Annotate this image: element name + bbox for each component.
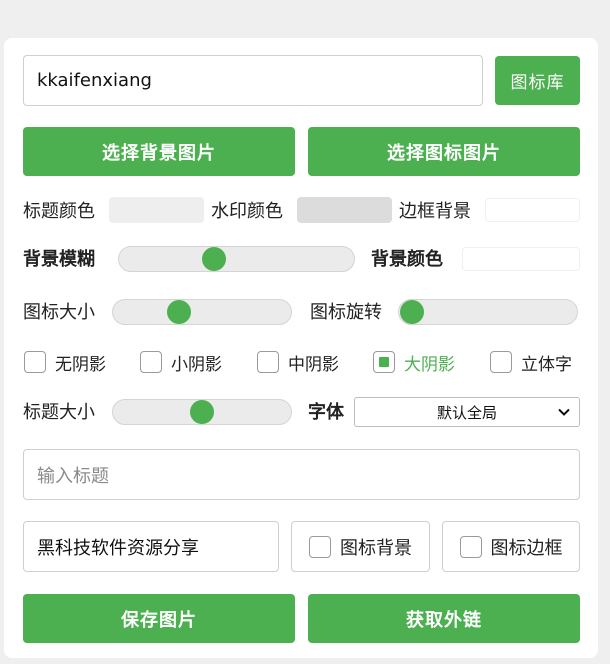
title-size-label: 标题大小 — [23, 402, 95, 423]
checkbox[interactable] — [309, 535, 331, 558]
option-label: 图标边框 — [490, 537, 563, 559]
title-color-label: 标题颜色 — [23, 201, 95, 222]
icon-size-slider[interactable] — [112, 299, 292, 325]
background-color-label: 背景颜色 — [371, 249, 443, 270]
font-select-value: 默认全局 — [436, 403, 497, 422]
title-input[interactable]: 输入标题 — [23, 449, 580, 500]
option-label: 中阴影 — [288, 354, 339, 375]
icon-rotation-label: 图标旋转 — [310, 302, 382, 323]
icon-search-input[interactable]: kkaifenxiang — [23, 55, 483, 106]
checkbox[interactable] — [140, 351, 162, 373]
shadow-option-large[interactable]: 大阴影 — [373, 349, 455, 375]
icon-size-label: 图标大小 — [23, 302, 95, 323]
save-image-button[interactable]: 保存图片 — [23, 594, 295, 643]
slider-thumb[interactable] — [201, 247, 226, 271]
slider-thumb[interactable] — [190, 400, 214, 424]
font-select[interactable]: 默认全局 — [354, 397, 580, 427]
border-background-label: 边框背景 — [399, 201, 471, 222]
icon-background-toggle[interactable]: 图标背景 — [291, 521, 430, 572]
get-link-button[interactable]: 获取外链 — [308, 594, 580, 643]
shadow-option-small[interactable]: 小阴影 — [140, 349, 222, 375]
checkbox[interactable] — [490, 351, 512, 373]
option-label: 小阴影 — [171, 354, 222, 375]
background-blur-label: 背景模糊 — [23, 249, 95, 270]
editor-panel: kkaifenxiang 图标库 选择背景图片 选择图标图片 标题颜色 水印颜色… — [4, 38, 598, 658]
option-label: 无阴影 — [55, 354, 106, 375]
shadow-option-3d-text[interactable]: 立体字 — [490, 349, 572, 375]
background-blur-slider[interactable] — [118, 246, 355, 272]
font-label: 字体 — [308, 402, 344, 423]
option-label: 立体字 — [521, 354, 572, 375]
shadow-option-medium[interactable]: 中阴影 — [257, 349, 339, 375]
watermark-text-input[interactable]: 黑科技软件资源分享 — [23, 521, 279, 572]
icon-rotation-slider[interactable] — [398, 299, 578, 325]
checkbox[interactable] — [24, 351, 46, 373]
watermark-color-label: 水印颜色 — [211, 201, 283, 222]
checkmark-icon — [379, 357, 389, 367]
checkbox[interactable] — [373, 351, 395, 373]
slider-thumb[interactable] — [400, 300, 424, 324]
chevron-down-icon — [558, 408, 570, 416]
shadow-option-none[interactable]: 无阴影 — [24, 349, 106, 375]
checkbox[interactable] — [257, 351, 279, 373]
title-color-swatch[interactable] — [109, 197, 204, 223]
slider-thumb[interactable] — [167, 300, 192, 324]
icon-border-toggle[interactable]: 图标边框 — [442, 521, 580, 572]
border-background-swatch[interactable] — [485, 198, 580, 222]
watermark-color-swatch[interactable] — [297, 197, 392, 223]
select-background-image-button[interactable]: 选择背景图片 — [23, 127, 295, 176]
icon-library-button[interactable]: 图标库 — [495, 56, 580, 105]
select-icon-image-button[interactable]: 选择图标图片 — [308, 127, 580, 176]
option-label: 图标背景 — [340, 537, 412, 559]
background-color-swatch[interactable] — [462, 247, 580, 271]
option-label: 大阴影 — [404, 354, 455, 375]
checkbox[interactable] — [459, 535, 482, 558]
title-size-slider[interactable] — [112, 399, 292, 425]
